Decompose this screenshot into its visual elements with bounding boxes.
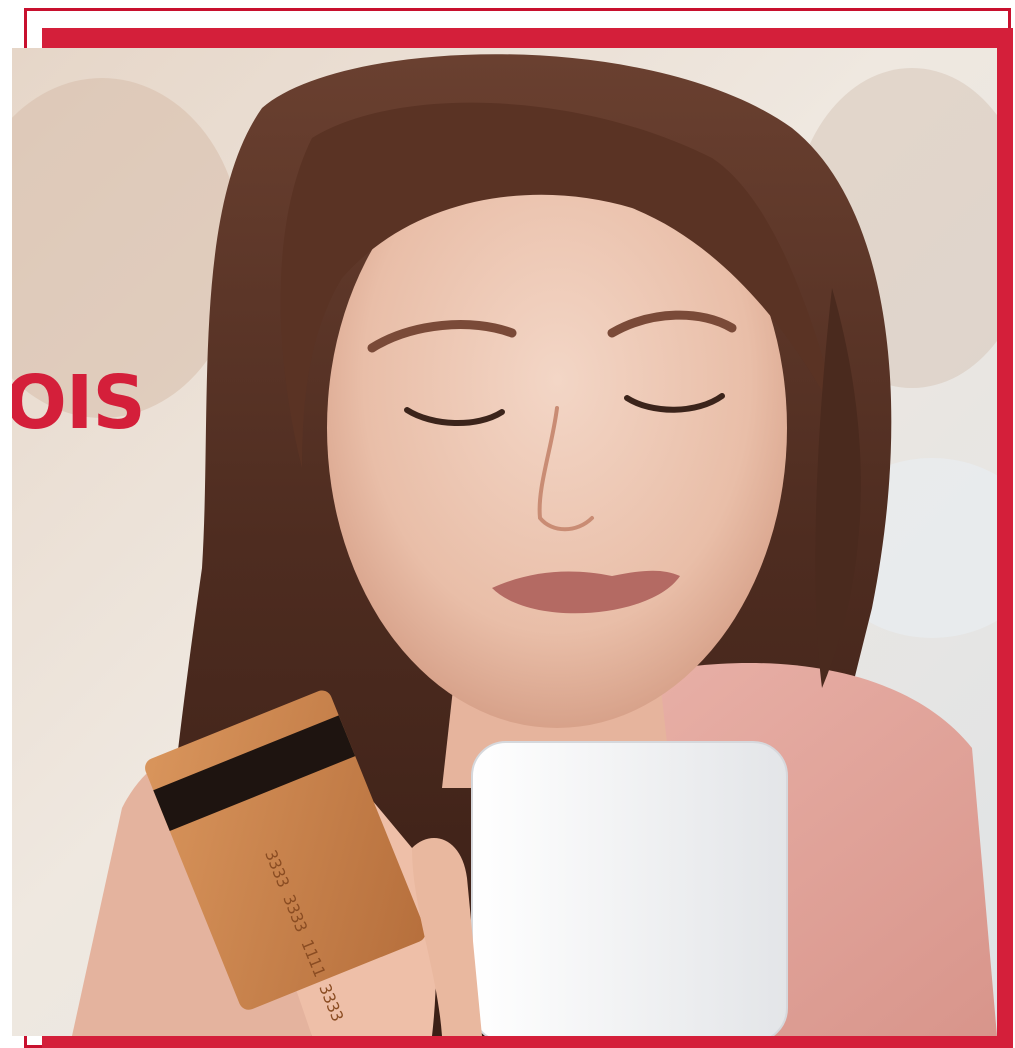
photo-illustration: 3333 3333 1111 3333 [12, 48, 997, 1036]
headline-text: OIS [12, 360, 146, 446]
smartphone-shape [472, 742, 787, 1036]
hero-photo: 3333 3333 1111 3333 OIS [12, 48, 997, 1036]
